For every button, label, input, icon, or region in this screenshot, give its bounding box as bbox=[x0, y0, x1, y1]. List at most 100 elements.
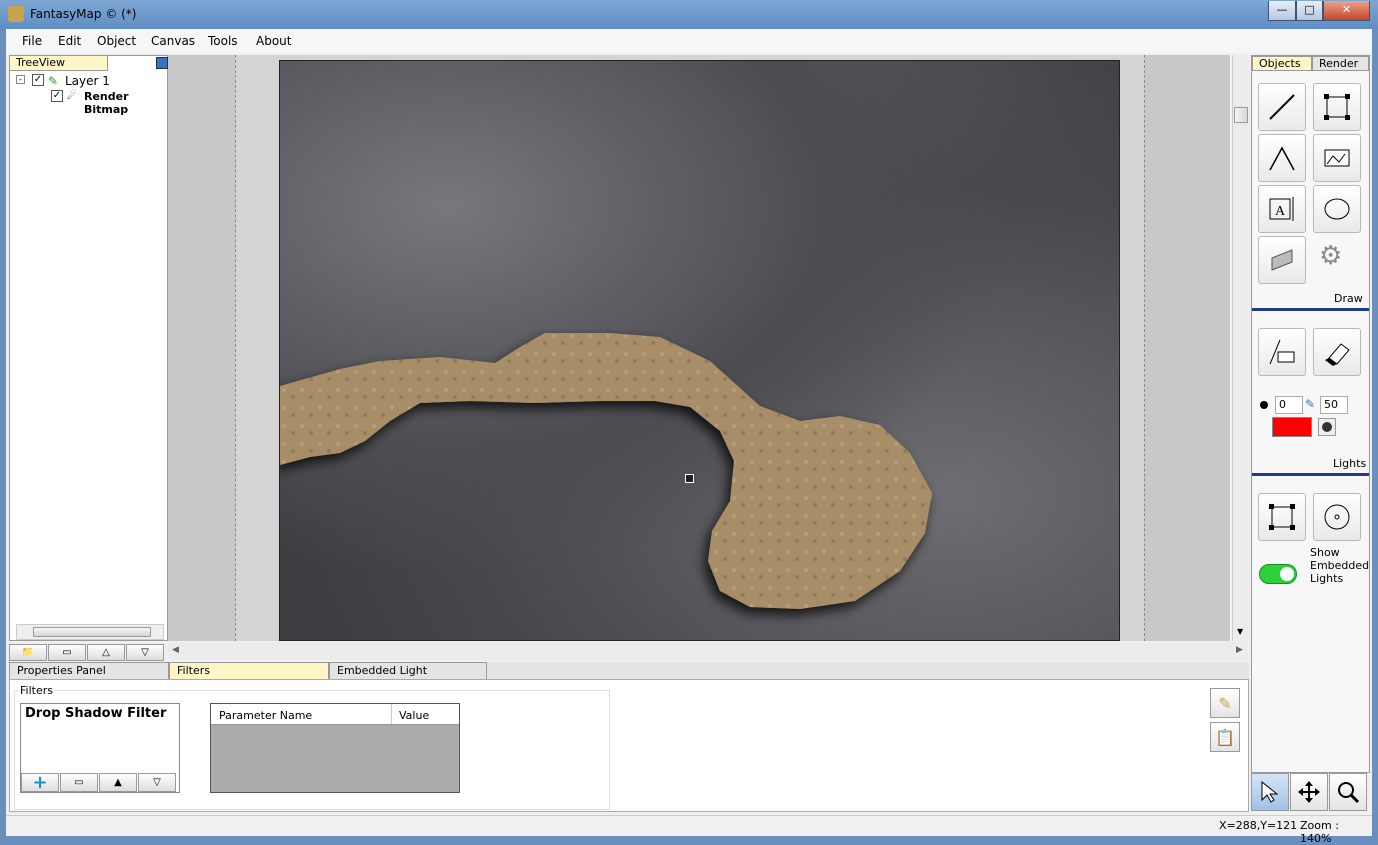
tab-render[interactable]: Render bbox=[1312, 56, 1369, 71]
zoom-button[interactable] bbox=[1329, 773, 1367, 811]
close-button[interactable]: ✕ bbox=[1323, 1, 1370, 21]
opacity-icon: ✎ bbox=[1305, 397, 1316, 411]
tree-hscroll-thumb[interactable] bbox=[33, 627, 151, 637]
rock-texture[interactable] bbox=[279, 60, 1120, 641]
render-checkbox[interactable]: ✓ bbox=[51, 90, 63, 102]
path-object[interactable] bbox=[280, 61, 1121, 642]
col-divider bbox=[391, 704, 392, 724]
texture-tool-icon bbox=[1271, 249, 1293, 271]
filter-list[interactable]: Drop Shadow Filter + ▭ ▲ ▽ bbox=[20, 703, 180, 793]
draw-label: Draw bbox=[1334, 292, 1363, 305]
ellipse-tool-icon bbox=[1324, 198, 1350, 220]
line-tool-icon bbox=[1269, 94, 1295, 120]
tab-filters[interactable]: Filters bbox=[169, 662, 329, 679]
scroll-left-icon[interactable]: ◀ bbox=[172, 645, 179, 655]
eraser-button[interactable] bbox=[1313, 328, 1361, 376]
select-button[interactable] bbox=[1251, 773, 1289, 811]
pencil-icon: ✎ bbox=[48, 74, 59, 88]
coords-readout: X=288,Y=121 bbox=[1219, 819, 1298, 832]
canvas-vscroll[interactable]: ▼ bbox=[1232, 55, 1249, 641]
brush-icon: ☄ bbox=[67, 89, 77, 102]
clipboard-icon: 📋 bbox=[1215, 727, 1235, 747]
menu-about[interactable]: About bbox=[256, 34, 291, 48]
polygon-tool-icon bbox=[1269, 146, 1295, 171]
image-brush-button[interactable] bbox=[1258, 328, 1306, 376]
maximize-button[interactable]: □ bbox=[1296, 1, 1323, 21]
filters-panel: Filters Drop Shadow Filter + ▭ ▲ ▽ Param… bbox=[9, 679, 1249, 812]
lights-separator bbox=[1252, 473, 1369, 476]
brush-shape-button[interactable] bbox=[1318, 418, 1336, 436]
delete-layer-icon[interactable]: ▭ bbox=[48, 644, 86, 661]
vscroll-thumb[interactable] bbox=[1234, 107, 1248, 123]
selection-handle[interactable] bbox=[685, 474, 694, 483]
menu-tools[interactable]: Tools bbox=[208, 34, 238, 48]
col-parameter-name[interactable]: Parameter Name bbox=[219, 709, 312, 722]
canvas-hscroll[interactable]: ◀ ▶ bbox=[168, 642, 1248, 660]
layer-checkbox[interactable]: ✓ bbox=[32, 74, 44, 86]
text-tool-icon: A bbox=[1269, 197, 1294, 221]
brush-size-input[interactable]: 0 bbox=[1275, 396, 1303, 414]
delete-filter-icon[interactable]: ▭ bbox=[60, 773, 98, 792]
dirt-path bbox=[280, 333, 932, 609]
add-layer-icon[interactable]: 📁 bbox=[9, 644, 47, 661]
menu-canvas[interactable]: Canvas bbox=[151, 34, 195, 48]
tree-item-layer[interactable]: Layer 1 bbox=[65, 74, 110, 88]
polygon-tool-button[interactable] bbox=[1258, 134, 1306, 182]
add-filter-icon[interactable]: + bbox=[21, 772, 59, 793]
treeview-tab[interactable]: TreeView bbox=[10, 56, 108, 71]
tab-objects[interactable]: Objects bbox=[1252, 56, 1312, 71]
tree-hscroll[interactable] bbox=[16, 624, 164, 640]
svg-text:A: A bbox=[1275, 204, 1286, 219]
menu-bar: File Edit Object Canvas Tools About bbox=[6, 29, 1372, 53]
minimize-button[interactable]: — bbox=[1268, 1, 1296, 21]
collapse-icon[interactable]: - bbox=[16, 75, 25, 84]
col-value[interactable]: Value bbox=[399, 709, 429, 722]
move-icon bbox=[1298, 781, 1320, 803]
treeview-panel: TreeView - ✓ ✎ Layer 1 ✓ ☄ Render Bitmap bbox=[9, 55, 168, 641]
texture-tool-button[interactable] bbox=[1258, 236, 1306, 284]
move-down-icon[interactable]: ▽ bbox=[126, 644, 164, 661]
text-tool-button[interactable]: A bbox=[1258, 185, 1306, 233]
clear-filters-button[interactable]: ✎ bbox=[1210, 688, 1240, 718]
tree-item-render-bitmap[interactable]: Render Bitmap bbox=[84, 90, 167, 116]
image-tool-button[interactable] bbox=[1313, 134, 1361, 182]
ellipse-tool-button[interactable] bbox=[1313, 185, 1361, 233]
opacity-input[interactable]: 50 bbox=[1320, 396, 1348, 414]
scroll-down-icon[interactable]: ▼ bbox=[1237, 627, 1243, 636]
app-icon bbox=[8, 6, 24, 22]
zoom-icon bbox=[1338, 782, 1360, 804]
filter-toolbar: + ▭ ▲ ▽ bbox=[21, 772, 179, 793]
move-up-icon[interactable]: △ bbox=[87, 644, 125, 661]
line-tool-button[interactable] bbox=[1258, 83, 1306, 131]
light-rect-button[interactable] bbox=[1258, 493, 1306, 541]
rect-select-button[interactable] bbox=[1313, 83, 1361, 131]
status-bar: X=288,Y=121 Zoom : 140% bbox=[6, 815, 1372, 845]
zoom-readout: Zoom : 140% bbox=[1300, 819, 1339, 845]
menu-object[interactable]: Object bbox=[97, 34, 136, 48]
circle-brush-icon bbox=[1322, 422, 1332, 432]
embedded-lights-toggle[interactable] bbox=[1259, 564, 1297, 584]
settings-gears-icon[interactable]: ⚙ bbox=[1319, 241, 1342, 271]
toggle-knob bbox=[1280, 567, 1294, 581]
parameter-table[interactable]: Parameter Name Value bbox=[210, 703, 460, 793]
tab-properties-panel[interactable]: Properties Panel bbox=[9, 662, 169, 679]
tree-toolbar: 📁 ▭ △ ▽ bbox=[9, 644, 168, 662]
tab-embedded-light[interactable]: Embedded Light bbox=[329, 662, 487, 679]
filter-item[interactable]: Drop Shadow Filter bbox=[25, 706, 166, 721]
filter-down-icon[interactable]: ▽ bbox=[138, 773, 176, 792]
filters-group-label: Filters bbox=[18, 684, 55, 697]
menu-file[interactable]: File bbox=[22, 34, 42, 48]
color-swatch[interactable] bbox=[1272, 417, 1312, 437]
light-rect-icon bbox=[1269, 504, 1295, 530]
menu-edit[interactable]: Edit bbox=[58, 34, 81, 48]
paste-filter-button[interactable]: 📋 bbox=[1210, 722, 1240, 752]
draw-separator bbox=[1252, 308, 1369, 311]
window-title: FantasyMap © (*) bbox=[30, 7, 137, 21]
image-tool-icon bbox=[1324, 149, 1350, 167]
light-circle-icon bbox=[1324, 504, 1350, 530]
scroll-right-icon[interactable]: ▶ bbox=[1236, 645, 1243, 655]
filter-up-icon[interactable]: ▲ bbox=[99, 773, 137, 792]
pin-icon[interactable] bbox=[156, 57, 168, 69]
move-button[interactable] bbox=[1290, 773, 1328, 811]
light-circle-button[interactable] bbox=[1313, 493, 1361, 541]
